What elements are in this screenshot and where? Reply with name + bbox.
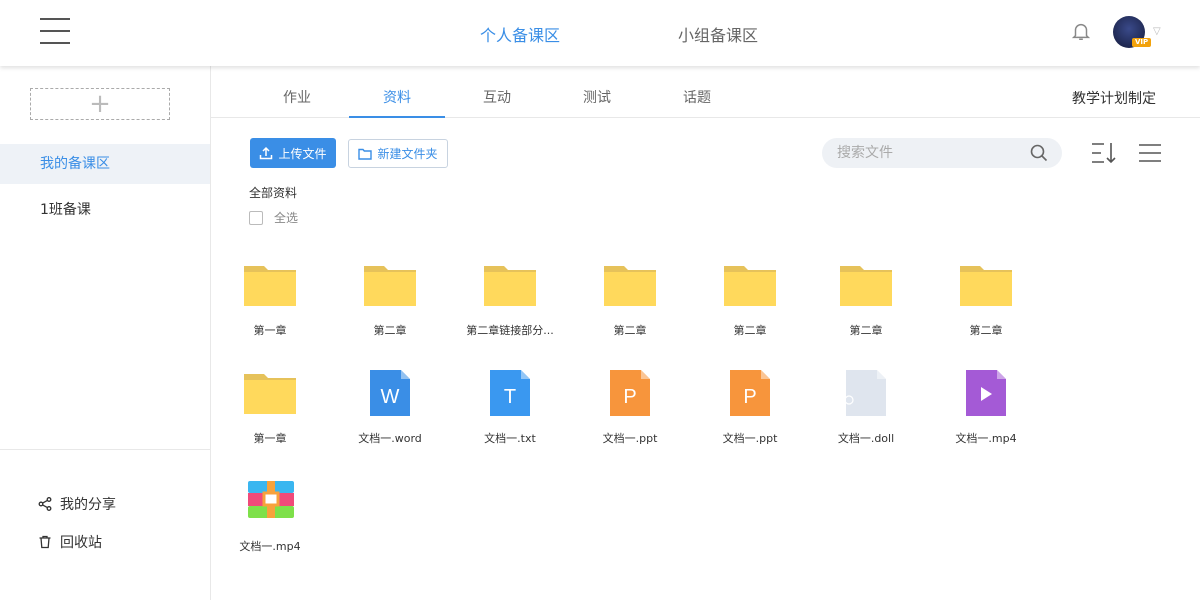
file-name: 文档一.mp4: [955, 432, 1017, 445]
word-file-icon: W: [364, 370, 416, 422]
folder-item[interactable]: 第一章: [210, 370, 330, 462]
search-input[interactable]: [837, 138, 1027, 168]
folder-icon: [484, 262, 536, 314]
file-item[interactable]: 文档一.mp4: [210, 478, 330, 570]
ppt-file-icon: P: [724, 370, 776, 422]
folder-icon: [244, 370, 296, 422]
trash-icon: [39, 535, 51, 549]
share-icon: [38, 497, 52, 511]
file-name: 第一章: [253, 324, 287, 337]
folder-icon: [244, 262, 296, 314]
file-item[interactable]: 文档一.mp4: [926, 370, 1046, 462]
tab-homework[interactable]: 作业: [249, 66, 345, 118]
file-name: 文档一.ppt: [602, 432, 658, 445]
file-name: 文档一.mp4: [239, 540, 301, 553]
sidebar-divider: [0, 449, 210, 450]
sidebar-item-class1-prep[interactable]: 1班备课: [0, 190, 210, 230]
content-tabs: 作业 资料 互动 测试 话题 教学计划制定: [211, 66, 1200, 118]
search-box: [822, 138, 1062, 168]
folder-item[interactable]: 第一章: [210, 262, 330, 354]
file-name: 第二章: [373, 324, 407, 337]
add-prep-area-button[interactable]: +: [30, 88, 170, 120]
breadcrumb[interactable]: 全部资料: [249, 184, 297, 201]
select-all-checkbox[interactable]: 全选: [249, 209, 298, 226]
tab-personal-prep[interactable]: 个人备课区: [480, 22, 560, 46]
txt-file-icon: T: [484, 370, 536, 422]
vip-badge: VIP: [1132, 38, 1152, 47]
bell-icon[interactable]: [1070, 20, 1092, 42]
folder-item[interactable]: 第二章: [690, 262, 810, 354]
folder-icon: [960, 262, 1012, 314]
main-content: 作业 资料 互动 测试 话题 教学计划制定 上传文件 新建文件夹 全部资料 全选…: [211, 66, 1200, 600]
file-item[interactable]: T 文档一.txt: [450, 370, 570, 462]
ppt-file-icon: P: [604, 370, 656, 422]
tab-test[interactable]: 测试: [549, 66, 645, 118]
sidebar: + 我的备课区 1班备课 我的分享 回收站: [0, 66, 211, 600]
select-all-label: 全选: [274, 211, 299, 225]
upload-label: 上传文件: [278, 146, 327, 161]
file-item[interactable]: W 文档一.word: [330, 370, 450, 462]
list-view-icon[interactable]: [1139, 144, 1161, 162]
menu-icon[interactable]: [40, 18, 70, 44]
folder-icon: [604, 262, 656, 314]
svg-text:P: P: [743, 386, 756, 408]
tab-group-prep[interactable]: 小组备课区: [678, 22, 758, 46]
file-name: 第二章: [969, 324, 1003, 337]
folder-icon: [364, 262, 416, 314]
tab-topics[interactable]: 话题: [649, 66, 745, 118]
video-file-icon: [960, 370, 1012, 422]
my-share-link[interactable]: 我的分享: [38, 494, 116, 514]
plus-icon: +: [89, 89, 111, 119]
file-name: 第二章链接部分...: [466, 324, 554, 337]
folder-outline-icon: [358, 148, 373, 160]
recycle-bin-label: 回收站: [60, 535, 102, 551]
folder-item[interactable]: 第二章: [330, 262, 450, 354]
file-name: 第二章: [733, 324, 767, 337]
file-item[interactable]: P 文档一.ppt: [690, 370, 810, 462]
archive-file-icon: [244, 478, 296, 530]
folder-item[interactable]: 第二章链接部分...: [450, 262, 570, 354]
file-name: 文档一.word: [358, 432, 422, 445]
file-name: 文档一.txt: [484, 432, 536, 445]
chevron-down-icon[interactable]: ▽: [1153, 26, 1161, 37]
file-name: 第二章: [849, 324, 883, 337]
svg-text:T: T: [504, 386, 516, 408]
checkbox-icon: [249, 210, 263, 225]
file-name: 文档一.doll: [837, 432, 895, 445]
teaching-plan-link[interactable]: 教学计划制定: [1072, 88, 1156, 108]
svg-text:P: P: [623, 386, 636, 408]
my-share-label: 我的分享: [60, 497, 116, 513]
top-header: 个人备课区 小组备课区 VIP ▽: [0, 0, 1200, 66]
folder-item[interactable]: 第二章: [926, 262, 1046, 354]
svg-text:W: W: [381, 386, 400, 408]
search-icon[interactable]: [1030, 144, 1048, 162]
upload-icon: [260, 146, 273, 160]
folder-item[interactable]: 第二章: [570, 262, 690, 354]
folder-icon: [840, 262, 892, 314]
unknown-file-icon: [840, 370, 892, 422]
file-name: 第二章: [613, 324, 647, 337]
new-folder-label: 新建文件夹: [377, 147, 438, 161]
recycle-bin-link[interactable]: 回收站: [38, 532, 102, 552]
new-folder-button[interactable]: 新建文件夹: [348, 139, 448, 168]
sort-icon[interactable]: [1091, 142, 1117, 164]
sidebar-item-my-prep[interactable]: 我的备课区: [0, 144, 210, 184]
tab-materials[interactable]: 资料: [349, 66, 445, 118]
folder-icon: [724, 262, 776, 314]
file-name: 文档一.ppt: [722, 432, 778, 445]
upload-file-button[interactable]: 上传文件: [250, 138, 336, 168]
file-item[interactable]: 文档一.doll: [806, 370, 926, 462]
tab-interaction[interactable]: 互动: [449, 66, 545, 118]
file-name: 第一章: [253, 432, 287, 445]
folder-item[interactable]: 第二章: [806, 262, 926, 354]
file-item[interactable]: P 文档一.ppt: [570, 370, 690, 462]
